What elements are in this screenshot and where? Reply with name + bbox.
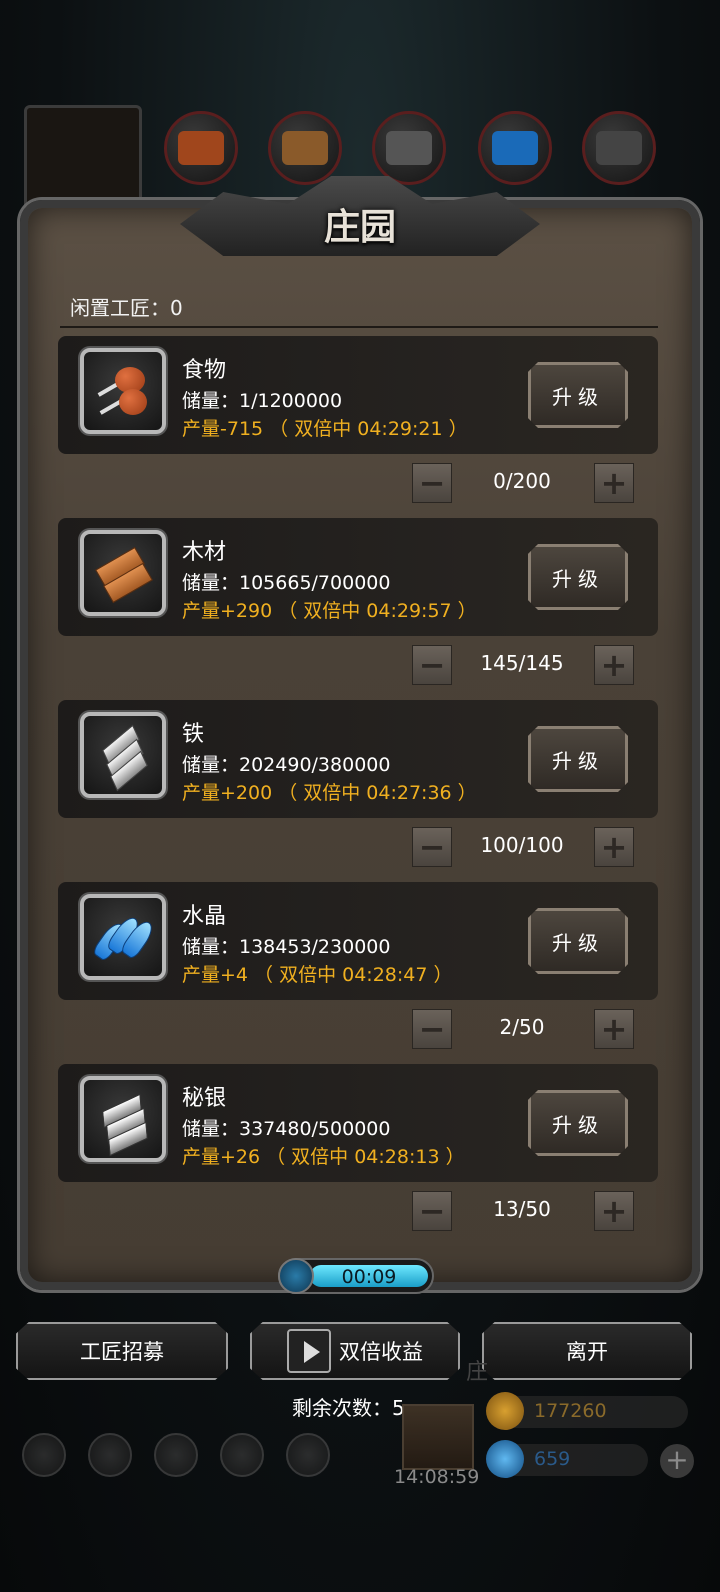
worker-stepper-iron: − 100/100 + xyxy=(412,827,634,867)
clock-icon xyxy=(278,1258,314,1294)
gem-display: 659 xyxy=(486,1440,648,1478)
gold-icon xyxy=(486,1392,524,1430)
gift-timer: 14:08:59 xyxy=(394,1466,480,1488)
resource-row-mithril: 秘银 储量：337480/500000 产量+26 （ 双倍中 04:28:13… xyxy=(58,1064,658,1182)
gold-amount: 177260 xyxy=(534,1400,607,1422)
mask-icon[interactable] xyxy=(286,1433,330,1477)
gift-box-icon[interactable] xyxy=(402,1404,474,1470)
iron-icon xyxy=(80,712,166,798)
worker-count: 145/145 xyxy=(480,651,564,675)
recruit-label: 工匠招募 xyxy=(80,1340,164,1364)
gold-display: 177260 xyxy=(486,1392,688,1430)
resource-name: 木材 xyxy=(182,540,227,565)
worker-count: 0/200 xyxy=(493,469,551,493)
resource-row-wood: 木材 储量：105665/700000 产量+290 （ 双倍中 04:29:5… xyxy=(58,518,658,636)
background-label: 庄 xyxy=(466,1360,489,1385)
resource-storage: 储量：1/1200000 xyxy=(182,390,343,412)
plus-button[interactable]: + xyxy=(594,827,634,867)
refresh-timer: 00:09 xyxy=(278,1258,434,1294)
wood-icon xyxy=(80,530,166,616)
upgrade-button-wood[interactable]: 升级 xyxy=(528,544,628,610)
resource-production: 产量+290 （ 双倍中 04:29:57 ） xyxy=(182,600,477,622)
resource-production: 产量+26 （ 双倍中 04:28:13 ） xyxy=(182,1146,465,1168)
double-income-label: 双倍收益 xyxy=(339,1340,423,1364)
resource-name: 铁 xyxy=(182,722,205,747)
plus-button[interactable]: + xyxy=(594,1009,634,1049)
worker-stepper-food: − 0/200 + xyxy=(412,463,634,503)
worker-stepper-wood: − 145/145 + xyxy=(412,645,634,685)
mithril-icon xyxy=(80,1076,166,1162)
upgrade-button-crystal[interactable]: 升级 xyxy=(528,908,628,974)
food-icon xyxy=(80,348,166,434)
avatar-slot[interactable] xyxy=(24,105,142,211)
upgrade-button-iron[interactable]: 升级 xyxy=(528,726,628,792)
wood-icon xyxy=(268,111,342,185)
plus-button[interactable]: + xyxy=(594,645,634,685)
plus-button[interactable]: + xyxy=(594,1191,634,1231)
resource-storage: 储量：202490/380000 xyxy=(182,754,391,776)
remaining-count: 剩余次数：5 xyxy=(292,1396,405,1420)
minus-button[interactable]: − xyxy=(412,463,452,503)
resource-row-crystal: 水晶 储量：138453/230000 产量+4 （ 双倍中 04:28:47 … xyxy=(58,882,658,1000)
worker-stepper-mithril: − 13/50 + xyxy=(412,1191,634,1231)
resource-storage: 储量：138453/230000 xyxy=(182,936,391,958)
rank-icon[interactable] xyxy=(154,1433,198,1477)
minus-button[interactable]: − xyxy=(412,1191,452,1231)
resource-name: 食物 xyxy=(182,358,227,383)
worker-count: 13/50 xyxy=(493,1197,551,1221)
worker-count: 100/100 xyxy=(480,833,564,857)
food-icon xyxy=(164,111,238,185)
worker-stepper-crystal: − 2/50 + xyxy=(412,1009,634,1049)
plus-button[interactable]: + xyxy=(594,463,634,503)
minus-button[interactable]: − xyxy=(412,827,452,867)
idle-craftsmen: 闲置工匠：0 xyxy=(70,296,183,320)
panel-title: 庄园 xyxy=(323,206,396,248)
crystal-icon xyxy=(80,894,166,980)
resource-production: 产量+4 （ 双倍中 04:28:47 ） xyxy=(182,964,453,986)
worker-count: 2/50 xyxy=(499,1015,545,1039)
leave-button[interactable]: 离开 xyxy=(482,1322,692,1380)
settings-icon[interactable] xyxy=(22,1433,66,1477)
double-income-button[interactable]: 双倍收益 xyxy=(250,1322,460,1380)
mail-icon[interactable] xyxy=(220,1433,264,1477)
medal-icon[interactable] xyxy=(88,1433,132,1477)
resource-storage: 储量：105665/700000 xyxy=(182,572,391,594)
recruit-button[interactable]: 工匠招募 xyxy=(16,1322,228,1380)
resource-production: 产量-715 （ 双倍中 04:29:21 ） xyxy=(182,418,468,440)
resource-storage: 储量：337480/500000 xyxy=(182,1118,391,1140)
gem-amount: 659 xyxy=(534,1448,571,1470)
leave-label: 离开 xyxy=(566,1340,608,1364)
upgrade-button-food[interactable]: 升级 xyxy=(528,362,628,428)
minus-button[interactable]: − xyxy=(412,1009,452,1049)
divider xyxy=(60,326,658,328)
resource-name: 秘银 xyxy=(182,1086,227,1111)
gem-icon xyxy=(486,1440,524,1478)
resource-production: 产量+200 （ 双倍中 04:27:36 ） xyxy=(182,782,477,804)
crystal-icon xyxy=(478,111,552,185)
minus-button[interactable]: − xyxy=(412,645,452,685)
play-video-icon xyxy=(287,1329,331,1373)
iron-icon xyxy=(372,111,446,185)
resource-row-iron: 铁 储量：202490/380000 产量+200 （ 双倍中 04:27:36… xyxy=(58,700,658,818)
add-gems-button[interactable]: + xyxy=(660,1444,694,1478)
upgrade-button-mithril[interactable]: 升级 xyxy=(528,1090,628,1156)
resource-name: 水晶 xyxy=(182,904,227,929)
timer-text: 00:09 xyxy=(341,1266,397,1288)
mithril-icon xyxy=(582,111,656,185)
resource-row-food: 食物 储量：1/1200000 产量-715 （ 双倍中 04:29:21 ） … xyxy=(58,336,658,454)
